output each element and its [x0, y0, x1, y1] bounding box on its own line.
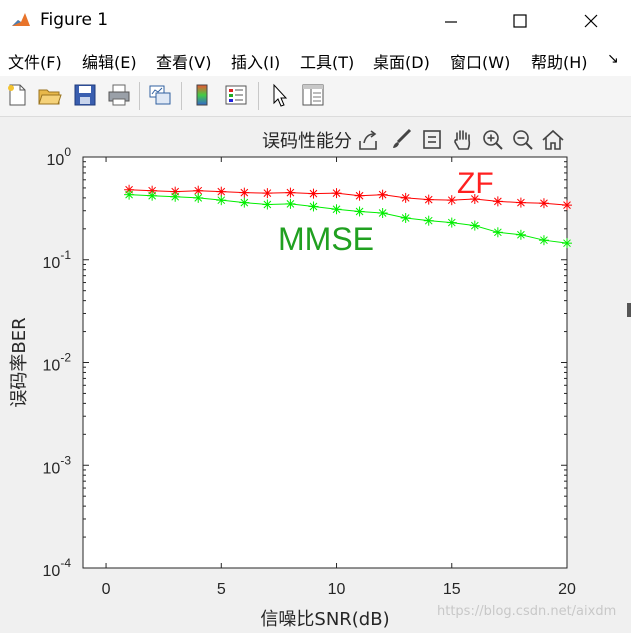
data-point-mmse [124, 189, 135, 200]
y-tick-label: 10-3 [43, 453, 72, 477]
x-tick-label: 10 [328, 581, 346, 598]
data-point-mmse [216, 195, 227, 206]
data-point-zf [446, 195, 457, 206]
data-point-mmse [239, 197, 250, 208]
data-point-zf [377, 189, 388, 200]
series-label-zf: ZF [457, 167, 494, 200]
plot-area[interactable] [82, 156, 568, 569]
y-tick-label: 100 [47, 145, 72, 169]
brush-icon[interactable] [388, 127, 414, 153]
data-point-mmse [193, 192, 204, 203]
y-tick-label: 10-1 [43, 248, 72, 272]
x-axis-label: 信噪比SNR(dB) [260, 609, 389, 630]
watermark: https://blog.csdn.net/aixdm [437, 604, 617, 619]
data-point-zf [285, 187, 296, 198]
x-tick-label: 20 [558, 581, 576, 598]
export-icon[interactable] [356, 127, 382, 153]
zoom-in-icon[interactable] [480, 127, 506, 153]
x-tick-label: 0 [102, 581, 111, 598]
data-point-mmse [538, 235, 549, 246]
home-icon[interactable] [540, 127, 566, 153]
data-point-zf [331, 188, 342, 199]
zoom-out-icon[interactable] [510, 127, 536, 153]
data-tips-icon[interactable] [419, 127, 445, 153]
data-point-mmse [262, 199, 273, 210]
series-label-mmse: MMSE [278, 221, 374, 257]
data-point-mmse [492, 227, 503, 238]
chart-title: 误码性能分 [262, 131, 352, 152]
data-point-zf [354, 190, 365, 201]
ber-chart: 0 5 10 15 20 100 10-1 10-2 10-3 10-4 误码性能分 信噪比SNR… [9, 131, 576, 630]
data-point-mmse [170, 191, 181, 202]
data-point-mmse [423, 215, 434, 226]
data-point-zf [216, 186, 227, 197]
data-point-mmse [515, 229, 526, 240]
y-tick-label: 10-4 [43, 556, 72, 580]
data-point-zf [538, 198, 549, 209]
data-point-zf [515, 197, 526, 208]
data-point-zf [492, 196, 503, 207]
data-point-zf [262, 188, 273, 199]
data-point-mmse [308, 201, 319, 212]
data-point-mmse [285, 198, 296, 209]
data-point-mmse [562, 238, 572, 249]
data-point-mmse [446, 217, 457, 228]
data-point-mmse [469, 220, 480, 231]
data-point-zf [239, 187, 250, 198]
data-point-zf [562, 200, 572, 211]
x-tick-label: 5 [217, 581, 226, 598]
data-point-mmse [354, 206, 365, 217]
y-axis-label: 误码率BER [9, 317, 30, 407]
data-point-mmse [147, 190, 158, 201]
data-point-zf [400, 192, 411, 203]
data-point-mmse [400, 212, 411, 223]
data-point-mmse [377, 208, 388, 219]
data-point-mmse [331, 204, 342, 215]
data-point-zf [308, 188, 319, 199]
data-point-zf [423, 194, 434, 205]
y-tick-label: 10-2 [43, 351, 72, 375]
x-tick-label: 15 [443, 581, 461, 598]
pan-icon[interactable] [450, 127, 476, 153]
